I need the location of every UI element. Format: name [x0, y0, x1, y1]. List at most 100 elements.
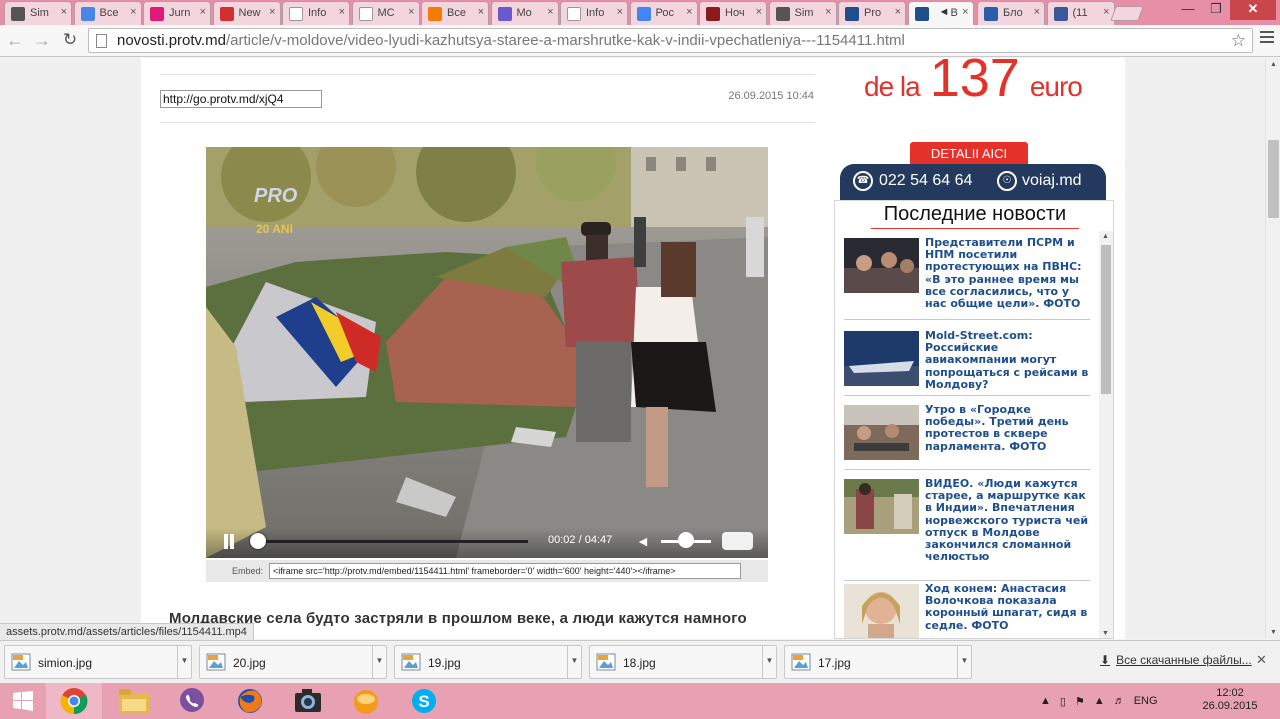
browser-tab[interactable]: Mo ×: [490, 1, 559, 25]
browser-tab[interactable]: Бло ×: [977, 1, 1045, 25]
new-tab-button[interactable]: [1110, 6, 1144, 21]
download-menu-icon[interactable]: ▼: [762, 646, 776, 678]
browser-tab[interactable]: МС ×: [351, 1, 420, 25]
close-tab-icon[interactable]: ×: [962, 6, 968, 18]
scroll-up-icon[interactable]: ▲: [1102, 233, 1109, 240]
close-tab-icon[interactable]: ×: [339, 6, 345, 18]
download-item[interactable]: simion.jpg ▼: [4, 645, 192, 679]
close-window-button[interactable]: ✕: [1230, 0, 1276, 20]
tab-title: Mo: [516, 7, 532, 19]
close-tab-icon[interactable]: ×: [61, 6, 67, 18]
taskbar-chrome[interactable]: [46, 683, 102, 719]
close-tab-icon[interactable]: ×: [200, 6, 206, 18]
taskbar-camera[interactable]: [280, 683, 336, 719]
browser-tab[interactable]: Jurn ×: [143, 1, 211, 25]
language-indicator[interactable]: ENG: [1134, 695, 1158, 707]
start-button[interactable]: [0, 683, 46, 719]
seek-bar[interactable]: [256, 540, 528, 543]
page-scrollbar[interactable]: ▲ ▼: [1265, 58, 1280, 639]
download-menu-icon[interactable]: ▼: [177, 646, 191, 678]
address-bar[interactable]: novosti.protv.md/article/v-moldove/video…: [88, 28, 1253, 53]
close-downloads-icon[interactable]: ✕: [1256, 652, 1267, 668]
back-button[interactable]: ←: [4, 30, 26, 51]
volume-tray-icon[interactable]: ♬: [1114, 695, 1125, 707]
tray-expand-icon[interactable]: ▲: [1040, 695, 1051, 707]
browser-tab[interactable]: Info ×: [282, 1, 350, 25]
tab-title: Pro: [864, 7, 882, 19]
close-tab-icon[interactable]: ×: [1034, 6, 1040, 18]
taskbar-explorer[interactable]: [106, 683, 162, 719]
ad-contact-bar[interactable]: ☎ 022 54 64 64 ☉ voiaj.md: [840, 164, 1106, 200]
jpg-file-icon: [596, 653, 616, 671]
download-item[interactable]: 20.jpg ▼: [199, 645, 387, 679]
forward-button[interactable]: →: [31, 30, 53, 51]
tab-title: Ноч: [725, 7, 745, 19]
scroll-down-icon[interactable]: ▼: [1270, 629, 1277, 636]
network-icon[interactable]: ▲: [1094, 695, 1105, 707]
video-player[interactable]: PRO 20 ANI: [206, 147, 768, 558]
tab-title: New: [238, 7, 261, 19]
close-tab-icon[interactable]: ×: [478, 6, 484, 18]
flask-icon: [11, 7, 25, 21]
close-tab-icon[interactable]: ×: [895, 6, 901, 18]
show-all-downloads-link[interactable]: ⬇ Все скачанные файлы...: [1100, 653, 1252, 667]
page-scroll-thumb[interactable]: [1268, 140, 1279, 218]
download-item[interactable]: 19.jpg ▼: [394, 645, 582, 679]
browser-tab[interactable]: (11 ×: [1046, 1, 1115, 25]
taskbar-app[interactable]: [338, 683, 394, 719]
taskbar-firefox[interactable]: [222, 683, 278, 719]
reload-button[interactable]: ↻: [59, 30, 81, 50]
news-scroll-thumb[interactable]: [1101, 245, 1111, 394]
download-menu-icon[interactable]: ▼: [372, 646, 386, 678]
jpg-file-icon: [401, 653, 421, 671]
browser-tab[interactable]: Pro ×: [838, 1, 906, 25]
menu-icon[interactable]: [1260, 31, 1274, 46]
taskbar-viber[interactable]: [164, 683, 220, 719]
close-tab-icon[interactable]: ×: [547, 6, 553, 18]
browser-tab[interactable]: Рос ×: [629, 1, 698, 25]
close-tab-icon[interactable]: ×: [1103, 6, 1109, 18]
short-url-field[interactable]: [160, 90, 322, 108]
battery-icon[interactable]: ▯: [1060, 695, 1066, 708]
close-tab-icon[interactable]: ×: [756, 6, 762, 18]
browser-tab[interactable]: Все ×: [73, 1, 142, 25]
download-menu-icon[interactable]: ▼: [567, 646, 581, 678]
browser-tab[interactable]: Info ×: [560, 1, 628, 25]
volume-icon[interactable]: ◄: [636, 533, 650, 549]
close-tab-icon[interactable]: ×: [130, 6, 136, 18]
ad-details-button[interactable]: DETALII AICI: [910, 142, 1028, 165]
close-tab-icon[interactable]: ×: [825, 6, 831, 18]
scroll-up-icon[interactable]: ▲: [1270, 61, 1277, 68]
restore-button[interactable]: ❐: [1202, 0, 1230, 20]
close-tab-icon[interactable]: ×: [617, 6, 623, 18]
pause-icon[interactable]: [224, 534, 228, 549]
news-scrollbar[interactable]: ▲ ▼: [1099, 231, 1113, 638]
clock[interactable]: 12:02 26.09.2015: [1200, 687, 1260, 713]
phone-icon: ☎: [853, 171, 873, 191]
close-tab-icon[interactable]: ×: [686, 6, 692, 18]
crest-icon: [706, 7, 720, 21]
scroll-down-icon[interactable]: ▼: [1102, 630, 1109, 637]
close-tab-icon[interactable]: ×: [269, 6, 275, 18]
minimize-button[interactable]: —: [1174, 0, 1202, 20]
bookmark-star-icon[interactable]: ☆: [1231, 29, 1246, 52]
download-menu-icon[interactable]: ▼: [957, 646, 971, 678]
browser-tab[interactable]: Sim ×: [768, 1, 837, 25]
embed-code-field[interactable]: <iframe src='http://protv.md/embed/11544…: [269, 563, 741, 579]
download-item[interactable]: 17.jpg ▼: [784, 645, 972, 679]
close-tab-icon[interactable]: ×: [408, 6, 414, 18]
volume-handle[interactable]: [678, 532, 694, 548]
browser-tab[interactable]: В ◄ ×: [907, 1, 974, 25]
flag-icon[interactable]: ⚑: [1075, 695, 1085, 708]
ad-price[interactable]: de la 137 euro: [864, 58, 1083, 108]
fullscreen-icon[interactable]: [722, 532, 753, 550]
browser-tab[interactable]: Все ×: [421, 1, 489, 25]
browser-tab[interactable]: Sim ×: [4, 1, 72, 25]
download-item[interactable]: 18.jpg ▼: [589, 645, 777, 679]
browser-tab[interactable]: Ноч ×: [699, 1, 767, 25]
browser-tab[interactable]: New ×: [212, 1, 281, 25]
seek-handle[interactable]: [249, 533, 266, 549]
taskbar-skype[interactable]: S: [396, 683, 452, 719]
jpg-file-icon: [11, 653, 31, 671]
ad-phone-text: 022 54 64 64: [879, 172, 973, 189]
